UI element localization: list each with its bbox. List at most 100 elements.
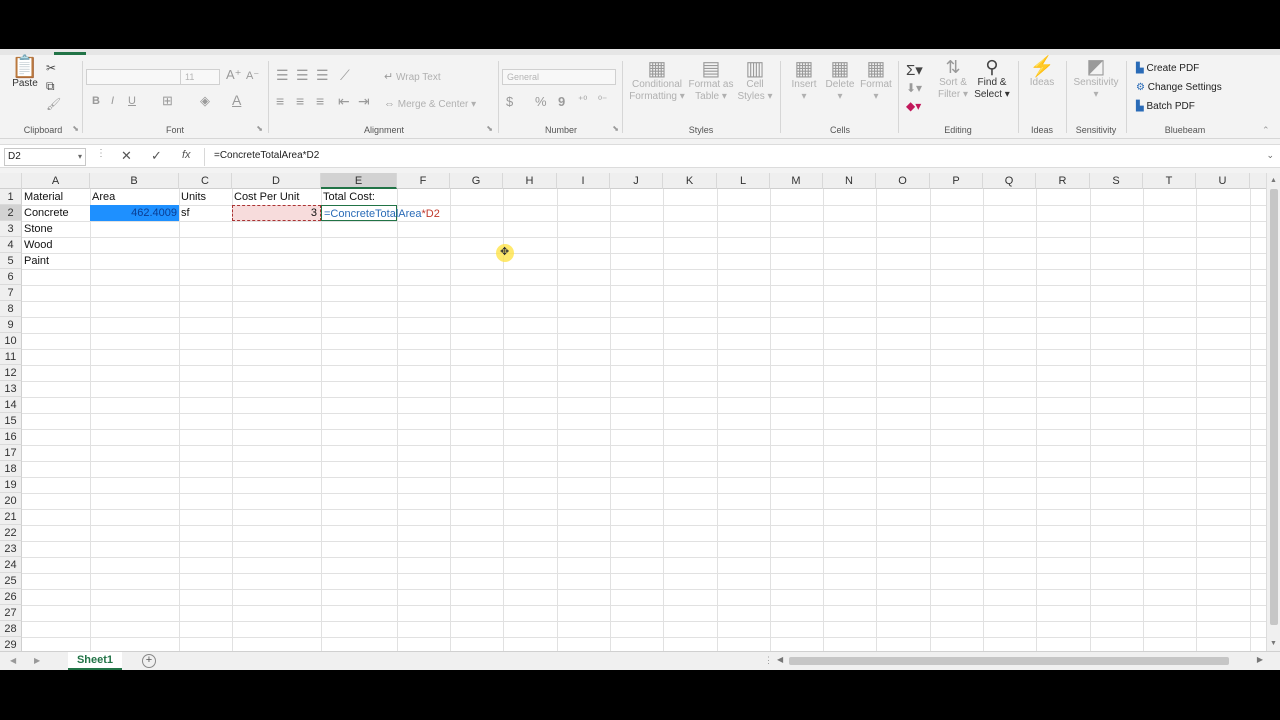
row-header-29[interactable]: 29 bbox=[0, 637, 22, 651]
number-launcher-icon[interactable]: ⬊ bbox=[612, 124, 619, 133]
insert-function-button[interactable]: fx bbox=[182, 149, 191, 161]
vertical-scrollbar[interactable]: ▲ ▼ bbox=[1266, 173, 1280, 651]
align-right-icon[interactable]: ≡ bbox=[316, 93, 324, 109]
column-header-f[interactable]: F bbox=[397, 173, 450, 189]
font-size-combo[interactable]: 11 bbox=[180, 69, 220, 85]
column-header-b[interactable]: B bbox=[90, 173, 179, 189]
column-header-t[interactable]: T bbox=[1143, 173, 1196, 189]
sensitivity-button[interactable]: ◩ Sensitivity ▾ bbox=[1070, 57, 1122, 101]
row-header-17[interactable]: 17 bbox=[0, 445, 22, 461]
row-header-16[interactable]: 16 bbox=[0, 429, 22, 445]
change-settings-button[interactable]: ⚙ Change Settings bbox=[1136, 82, 1240, 94]
row-header-21[interactable]: 21 bbox=[0, 509, 22, 525]
increase-indent-icon[interactable]: ⇥ bbox=[358, 93, 370, 110]
sheet-tab-sheet1[interactable]: Sheet1 bbox=[68, 652, 122, 670]
row-header-25[interactable]: 25 bbox=[0, 573, 22, 589]
format-as-table-button[interactable]: ▤ Format as Table ▾ bbox=[686, 59, 736, 103]
row-header-14[interactable]: 14 bbox=[0, 397, 22, 413]
font-launcher-icon[interactable]: ⬊ bbox=[256, 124, 263, 133]
cell-d2-referenced[interactable]: 3 bbox=[232, 205, 321, 221]
cell-b2-named-range[interactable]: 462.4009 bbox=[90, 205, 179, 221]
column-header-l[interactable]: L bbox=[717, 173, 770, 189]
align-center-icon[interactable]: ≡ bbox=[296, 93, 304, 109]
format-button[interactable]: ▦ Format ▾ bbox=[858, 59, 894, 103]
align-left-icon[interactable]: ≡ bbox=[276, 93, 284, 109]
row-header-13[interactable]: 13 bbox=[0, 381, 22, 397]
row-header-22[interactable]: 22 bbox=[0, 525, 22, 541]
fill-icon[interactable]: ⬇▾ bbox=[906, 81, 922, 95]
column-header-q[interactable]: Q bbox=[983, 173, 1036, 189]
batch-pdf-button[interactable]: ▙ Batch PDF bbox=[1136, 101, 1236, 113]
scroll-down-icon[interactable]: ▼ bbox=[1270, 640, 1277, 647]
select-all-corner[interactable] bbox=[0, 173, 22, 189]
create-pdf-button[interactable]: ▙ Create PDF bbox=[1136, 63, 1236, 75]
find-select-button[interactable]: ⚲ Find & Select ▾ bbox=[972, 58, 1012, 101]
cancel-button[interactable]: ✕ bbox=[121, 148, 132, 164]
column-header-o[interactable]: O bbox=[876, 173, 930, 189]
merge-center-button[interactable]: ⇔ Merge & Center ▾ bbox=[384, 98, 488, 111]
column-header-r[interactable]: R bbox=[1036, 173, 1090, 189]
column-header-j[interactable]: J bbox=[610, 173, 663, 189]
row-header-5[interactable]: 5 bbox=[0, 253, 22, 269]
row-header-6[interactable]: 6 bbox=[0, 269, 22, 285]
column-header-i[interactable]: I bbox=[557, 173, 610, 189]
cell-styles-button[interactable]: ▥ Cell Styles ▾ bbox=[736, 59, 774, 103]
row-header-9[interactable]: 9 bbox=[0, 317, 22, 333]
fill-color-icon[interactable]: ◈ bbox=[200, 93, 210, 109]
column-header-k[interactable]: K bbox=[663, 173, 717, 189]
name-box[interactable]: D2 ▾ bbox=[4, 148, 86, 166]
collapse-ribbon-icon[interactable]: ⌃ bbox=[1262, 125, 1270, 136]
spreadsheet-grid[interactable]: A B C D E F G H I J K L M N O P Q R S T … bbox=[0, 173, 1266, 651]
paste-button[interactable]: 📋 Paste bbox=[8, 56, 42, 90]
row-header-3[interactable]: 3 bbox=[0, 221, 22, 237]
expand-formula-bar-icon[interactable]: ⌄ bbox=[1266, 150, 1274, 161]
horizontal-scroll-thumb[interactable] bbox=[789, 657, 1229, 665]
cell-b1[interactable]: Area bbox=[90, 189, 179, 205]
row-header-15[interactable]: 15 bbox=[0, 413, 22, 429]
delete-button[interactable]: ▦ Delete ▾ bbox=[822, 59, 858, 103]
column-header-s[interactable]: S bbox=[1090, 173, 1143, 189]
next-sheet-icon[interactable]: ▶ bbox=[34, 656, 40, 665]
column-header-a[interactable]: A bbox=[22, 173, 90, 189]
font-name-combo[interactable] bbox=[86, 69, 182, 85]
clipboard-launcher-icon[interactable]: ⬊ bbox=[72, 124, 79, 133]
column-header-p[interactable]: P bbox=[930, 173, 983, 189]
cell-e1[interactable]: Total Cost: bbox=[321, 189, 397, 205]
percent-button[interactable]: % bbox=[535, 94, 547, 109]
cell-a2[interactable]: Concrete bbox=[22, 205, 90, 221]
row-header-12[interactable]: 12 bbox=[0, 365, 22, 381]
bottom-align-icon[interactable]: ☰ bbox=[316, 67, 329, 84]
column-header-u[interactable]: U bbox=[1196, 173, 1250, 189]
cell-c1[interactable]: Units bbox=[179, 189, 232, 205]
cell-e2-editing[interactable]: =ConcreteTotalArea*D2 bbox=[321, 205, 440, 221]
row-header-18[interactable]: 18 bbox=[0, 461, 22, 477]
comma-style-button[interactable]: 9 bbox=[558, 94, 565, 109]
scroll-left-icon[interactable]: ◀ bbox=[777, 655, 783, 664]
grow-font-button[interactable]: A⁺ bbox=[226, 67, 242, 83]
row-header-19[interactable]: 19 bbox=[0, 477, 22, 493]
cell-a4[interactable]: Wood bbox=[22, 237, 90, 253]
format-painter-icon[interactable]: 🖌 bbox=[46, 97, 61, 111]
row-header-10[interactable]: 10 bbox=[0, 333, 22, 349]
decrease-decimal-icon[interactable]: ⁰⁻ bbox=[598, 95, 607, 106]
ideas-button[interactable]: ⚡ Ideas bbox=[1022, 57, 1062, 89]
column-header-g[interactable]: G bbox=[450, 173, 503, 189]
row-header-24[interactable]: 24 bbox=[0, 557, 22, 573]
alignment-launcher-icon[interactable]: ⬊ bbox=[486, 124, 493, 133]
column-header-h[interactable]: H bbox=[503, 173, 557, 189]
autosum-icon[interactable]: Σ▾ bbox=[906, 61, 923, 79]
bold-button[interactable]: B bbox=[92, 95, 100, 107]
column-header-e[interactable]: E bbox=[321, 173, 397, 189]
top-align-icon[interactable]: ☰ bbox=[276, 67, 289, 84]
sort-filter-button[interactable]: ⇅ Sort & Filter ▾ bbox=[934, 58, 972, 101]
cell-a5[interactable]: Paint bbox=[22, 253, 90, 269]
scroll-right-icon[interactable]: ▶ bbox=[1257, 655, 1263, 664]
cell-a3[interactable]: Stone bbox=[22, 221, 90, 237]
row-header-8[interactable]: 8 bbox=[0, 301, 22, 317]
tab-splitter-icon[interactable]: ⋮ bbox=[764, 655, 773, 666]
italic-button[interactable]: I bbox=[111, 95, 114, 107]
vertical-scroll-thumb[interactable] bbox=[1270, 189, 1278, 625]
column-header-d[interactable]: D bbox=[232, 173, 321, 189]
row-header-26[interactable]: 26 bbox=[0, 589, 22, 605]
formula-input[interactable]: =ConcreteTotalArea*D2 bbox=[214, 150, 319, 161]
